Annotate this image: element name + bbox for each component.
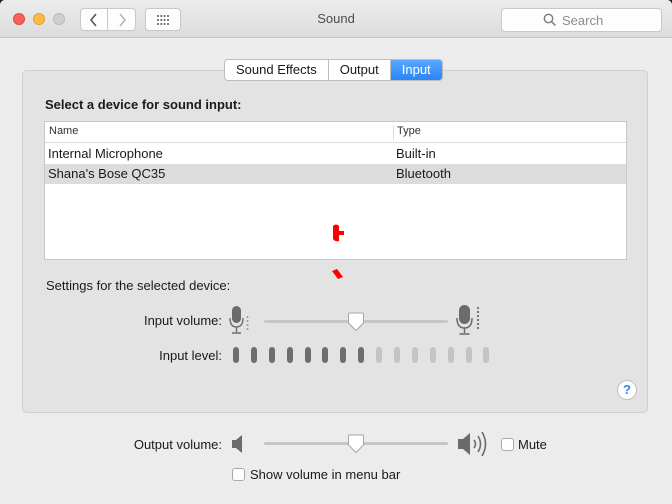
level-bar	[411, 347, 418, 363]
level-bar	[358, 347, 365, 363]
chevron-right-icon	[118, 12, 126, 27]
mute-checkbox[interactable]	[501, 438, 514, 451]
device-name: Shana's Bose QC35	[48, 166, 166, 181]
tab-output[interactable]: Output	[329, 60, 391, 80]
column-header-type[interactable]: Type	[397, 125, 421, 137]
search-field[interactable]: Search	[501, 8, 662, 32]
forward-button[interactable]	[108, 8, 136, 31]
tab-input[interactable]: Input	[390, 60, 442, 80]
minimize-button[interactable]	[33, 13, 45, 25]
close-button[interactable]	[13, 13, 25, 25]
level-bar	[394, 347, 401, 363]
input-level-label: Input level:	[159, 348, 222, 363]
level-bar	[233, 347, 239, 363]
table-header: Name Type	[45, 122, 626, 143]
zoom-button[interactable]	[53, 13, 65, 25]
level-bar	[268, 347, 275, 363]
speaker-loud-icon	[458, 431, 487, 457]
device-name: Internal Microphone	[48, 146, 163, 161]
device-type: Built-in	[396, 146, 436, 161]
output-volume-slider-knob[interactable]	[347, 434, 365, 454]
table-row[interactable]: Shana's Bose QC35 Bluetooth	[45, 164, 626, 184]
level-bar	[429, 347, 436, 363]
red-glitch-mark	[332, 224, 344, 279]
level-bar	[340, 347, 347, 363]
column-divider	[393, 125, 394, 140]
title-bar: Sound Search	[0, 0, 672, 38]
show-volume-label: Show volume in menu bar	[250, 467, 401, 482]
level-bar	[447, 347, 454, 363]
level-bar	[304, 347, 311, 363]
show-all-button[interactable]	[145, 8, 181, 31]
microphone-loud-icon	[456, 305, 480, 335]
mute-label: Mute	[518, 437, 547, 452]
level-bar	[322, 347, 329, 363]
grid-icon	[157, 14, 169, 25]
input-level-meter	[233, 347, 501, 363]
settings-label: Settings for the selected device:	[46, 278, 231, 293]
back-button[interactable]	[80, 8, 108, 31]
show-volume-checkbox[interactable]	[232, 468, 245, 481]
tab-sound-effects[interactable]: Sound Effects	[225, 60, 329, 80]
output-volume-label: Output volume:	[133, 437, 222, 452]
window-title: Sound	[317, 11, 355, 26]
column-header-name[interactable]: Name	[49, 125, 78, 137]
level-bar	[465, 347, 472, 363]
speaker-icon	[232, 435, 242, 453]
device-heading: Select a device for sound input:	[45, 97, 242, 112]
level-bar	[250, 347, 257, 363]
device-type: Bluetooth	[396, 166, 451, 181]
tab-bar: Sound Effects Output Input	[224, 59, 443, 81]
chevron-left-icon	[89, 12, 97, 27]
input-volume-label: Input volume:	[143, 313, 222, 328]
level-bar	[286, 347, 293, 363]
level-bar	[483, 347, 490, 363]
search-placeholder: Search	[562, 13, 604, 28]
table-row[interactable]: Internal Microphone Built-in	[45, 144, 626, 164]
level-bar	[376, 347, 383, 363]
help-button[interactable]: ?	[617, 380, 637, 400]
microphone-icon	[229, 306, 249, 334]
back-forward-group	[80, 8, 137, 31]
search-icon	[543, 13, 557, 27]
sound-preferences-window: Sound Search Sound Effects Output Input …	[0, 0, 672, 504]
input-volume-slider-knob[interactable]	[347, 312, 365, 332]
